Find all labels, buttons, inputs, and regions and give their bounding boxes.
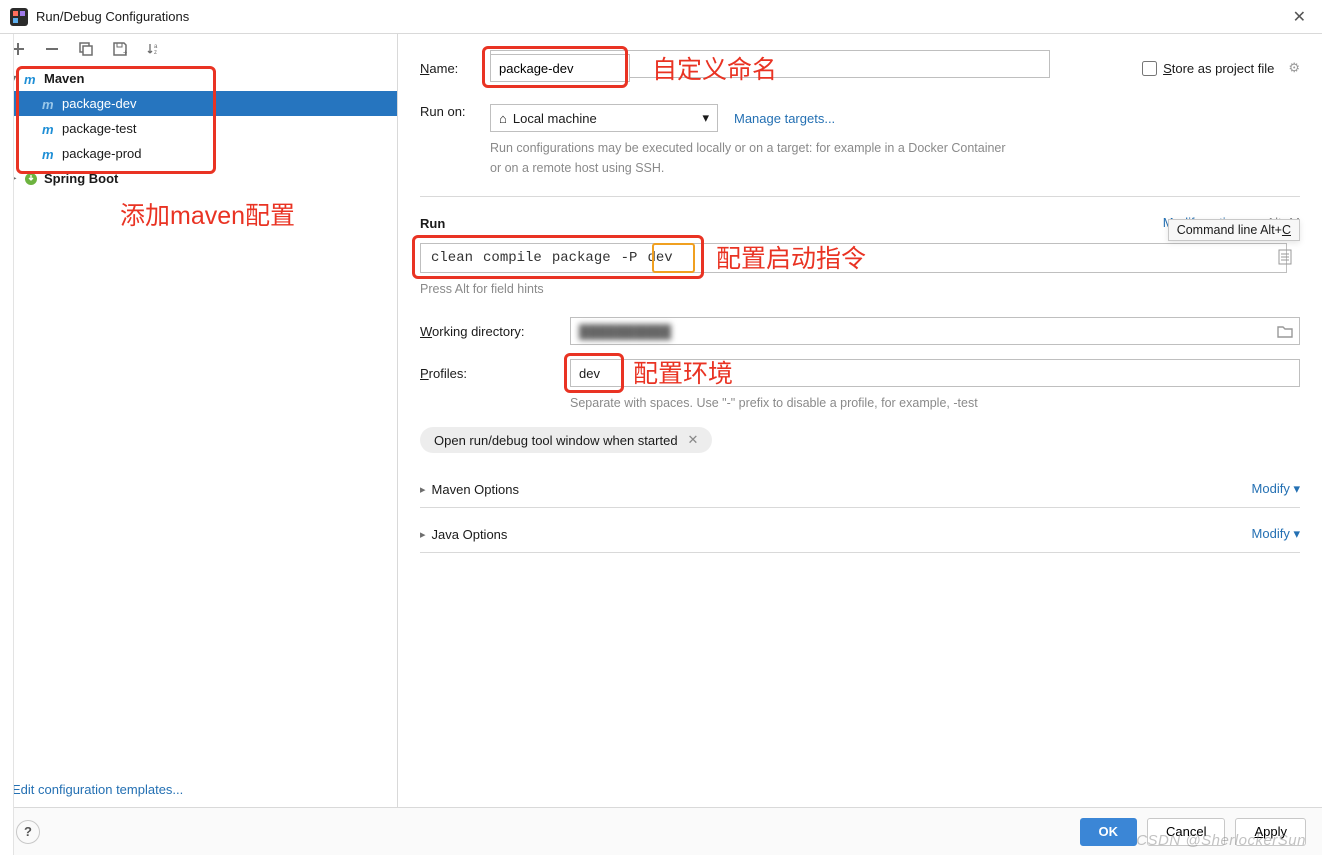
tree-item-package-test[interactable]: m package-test [0, 116, 397, 141]
tree-label: package-test [62, 121, 136, 136]
tree-group-springboot[interactable]: ▸ Spring Boot [0, 166, 397, 191]
working-dir-value: ██████████ [579, 324, 671, 339]
edit-templates-link[interactable]: Edit configuration templates... [12, 782, 183, 797]
titlebar: Run/Debug Configurations ✕ [0, 0, 1322, 34]
config-sidebar: + az ▾ m Maven m package-dev m package-t… [0, 34, 398, 807]
annotation-text: 配置环境 [633, 354, 733, 390]
tree-group-maven[interactable]: ▾ m Maven [0, 66, 397, 91]
open-tool-window-pill[interactable]: Open run/debug tool window when started … [420, 427, 712, 453]
tree-label: package-prod [62, 146, 142, 161]
token: clean [431, 250, 473, 266]
profiles-value: dev [579, 366, 600, 381]
tree-item-package-dev[interactable]: m package-dev [0, 91, 397, 116]
divider [420, 196, 1300, 197]
sort-icon[interactable]: az [146, 41, 162, 57]
config-tree: ▾ m Maven m package-dev m package-test m… [0, 64, 397, 772]
token: package [552, 250, 611, 266]
folder-icon[interactable] [1277, 324, 1293, 338]
divider [420, 552, 1300, 553]
apply-button[interactable]: Apply [1235, 818, 1306, 846]
editor-gutter [0, 34, 14, 855]
divider [420, 507, 1300, 508]
copy-icon[interactable] [78, 41, 94, 57]
manage-targets-link[interactable]: Manage targets... [734, 111, 835, 126]
working-dir-input[interactable]: ██████████ [570, 317, 1300, 345]
window-title: Run/Debug Configurations [36, 9, 1287, 24]
tree-label: package-dev [62, 96, 136, 111]
pill-label: Open run/debug tool window when started [434, 433, 678, 448]
modify-link[interactable]: Modify ▾ [1252, 481, 1300, 497]
tree-item-package-prod[interactable]: m package-prod [0, 141, 397, 166]
expand-icon[interactable] [1278, 249, 1292, 265]
name-label: Name: [420, 61, 490, 76]
ok-button[interactable]: OK [1080, 818, 1138, 846]
chevron-right-icon: ▸ [420, 483, 426, 496]
cmdline-tooltip: Command line Alt+C [1168, 219, 1300, 241]
profiles-row: Profiles: dev 配置环境 [420, 359, 1300, 387]
token: compile [483, 250, 542, 266]
svg-text:m: m [42, 147, 54, 161]
maven-icon: m [22, 72, 40, 86]
close-button[interactable]: ✕ [1287, 7, 1312, 27]
working-dir-row: Working directory: ██████████ [420, 317, 1300, 345]
edit-templates: Edit configuration templates... [0, 772, 397, 807]
gear-icon[interactable]: ⚙ [1288, 60, 1300, 76]
form-area: Name: 自定义命名 Store as project file ⚙ Run … [398, 34, 1322, 807]
chevron-down-icon: ▾ [702, 110, 709, 126]
java-options-section[interactable]: ▸ Java Options Modify ▾ [420, 526, 1300, 542]
cancel-button[interactable]: Cancel [1147, 818, 1225, 846]
cmdline-input[interactable]: clean compile package -P dev [420, 243, 1287, 273]
runon-select[interactable]: ⌂ Local machine ▾ [490, 104, 718, 132]
runon-hint: Run configurations may be executed local… [490, 138, 1010, 178]
svg-text:z: z [154, 50, 157, 56]
cmdline-hint: Press Alt for field hints [420, 279, 1300, 299]
chevron-right-icon: ▸ [420, 528, 426, 541]
svg-text:m: m [42, 97, 54, 111]
maven-options-section[interactable]: ▸ Maven Options Modify ▾ [420, 481, 1300, 497]
name-input[interactable] [490, 54, 630, 82]
cmdline-wrapper: Command line Alt+C clean compile package… [420, 243, 1300, 273]
profiles-hint: Separate with spaces. Use "-" prefix to … [570, 393, 1300, 413]
section-label: Java Options [432, 527, 508, 542]
sidebar-toolbar: + az [0, 34, 397, 64]
app-icon [10, 8, 28, 26]
profiles-input[interactable]: dev 配置环境 [570, 359, 1300, 387]
modify-link[interactable]: Modify ▾ [1252, 526, 1300, 542]
run-header-label: Run [420, 216, 445, 231]
store-as-project[interactable]: Store as project file ⚙ [1142, 60, 1300, 76]
remove-icon[interactable] [44, 41, 60, 57]
svg-text:+: + [123, 48, 127, 56]
home-icon: ⌂ [499, 111, 507, 126]
springboot-icon [22, 172, 40, 186]
tree-label: Spring Boot [44, 171, 118, 186]
runon-label: Run on: [420, 104, 490, 119]
maven-icon: m [40, 122, 58, 136]
store-label: Store as project file [1163, 61, 1274, 76]
save-icon[interactable]: + [112, 41, 128, 57]
profiles-label: Profiles: [420, 366, 570, 381]
runon-value: Local machine [513, 111, 597, 126]
store-checkbox[interactable] [1142, 61, 1157, 76]
section-label: Maven Options [432, 482, 519, 497]
token: dev [647, 250, 672, 266]
maven-icon: m [40, 97, 58, 111]
working-dir-label: Working directory: [420, 324, 570, 339]
help-button[interactable]: ? [16, 820, 40, 844]
maven-icon: m [40, 147, 58, 161]
footer: ? OK Cancel Apply [0, 807, 1322, 855]
close-icon[interactable]: ✕ [688, 432, 699, 448]
token: -P [621, 250, 638, 266]
svg-text:m: m [24, 72, 36, 86]
svg-text:m: m [42, 122, 54, 136]
tree-label: Maven [44, 71, 84, 86]
